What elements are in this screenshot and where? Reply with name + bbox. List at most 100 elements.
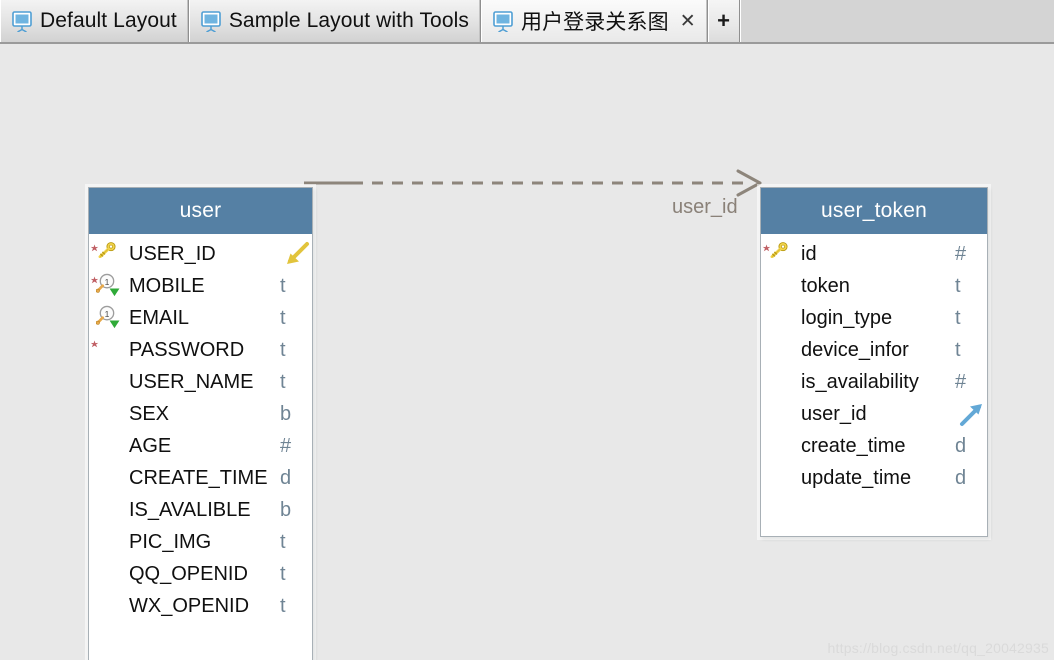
column-row[interactable]: USER_ID [89, 238, 312, 270]
column-row[interactable]: PASSWORD t [89, 334, 312, 366]
column-type: b [280, 403, 292, 425]
monitor-icon [12, 11, 32, 32]
entity-table-user-token[interactable]: user_token id # token t login_type t device_in… [760, 187, 988, 537]
entity-columns-user: USER_ID 1 MOBILE t 1 EMAIL t PASSWORD t USER_NAME… [89, 234, 312, 622]
column-name: SEX [129, 403, 170, 425]
column-icons [89, 462, 129, 494]
column-type: # [955, 243, 967, 265]
column-name: is_availability [801, 371, 919, 393]
column-name: PIC_IMG [129, 531, 212, 553]
column-type: d [955, 435, 967, 457]
column-type: t [955, 275, 961, 297]
column-name: MOBILE [129, 275, 205, 297]
index-down-icon [109, 320, 120, 329]
column-row[interactable]: 1 EMAIL t [89, 302, 312, 334]
column-icons [89, 366, 129, 398]
tab-sample-layout-with-tools[interactable]: Sample Layout with Tools [188, 0, 481, 42]
add-tab-button[interactable]: + [707, 0, 740, 42]
column-name: update_time [801, 467, 912, 489]
entity-header-user: user [89, 188, 312, 234]
column-row[interactable]: login_type t [761, 302, 987, 334]
column-row[interactable]: device_infor t [761, 334, 987, 366]
column-name: USER_NAME [129, 371, 254, 393]
column-type: t [280, 563, 286, 585]
column-name: USER_ID [129, 243, 216, 265]
column-icons [761, 302, 801, 334]
column-row[interactable]: create_time d [761, 430, 987, 462]
index-down-icon [109, 288, 120, 297]
column-name: IS_AVALIBLE [129, 499, 251, 521]
watermark: https://blog.csdn.net/qq_20042935 [827, 640, 1049, 656]
column-type: b [280, 499, 292, 521]
column-type: t [280, 307, 286, 329]
tab-user-login-relationship-diagram[interactable]: 用户登录关系图 ✕ [480, 0, 708, 42]
column-row[interactable]: user_id [761, 398, 987, 430]
column-type: t [955, 307, 961, 329]
column-row[interactable]: is_availability # [761, 366, 987, 398]
column-type: t [280, 595, 286, 617]
column-name: PASSWORD [129, 339, 245, 361]
column-row[interactable]: 1 MOBILE t [89, 270, 312, 302]
svg-text:1: 1 [105, 309, 110, 319]
column-icons: 1 [89, 302, 129, 334]
column-icons [89, 558, 129, 590]
column-icons [89, 494, 129, 526]
column-name: device_infor [801, 339, 909, 361]
column-icons [89, 526, 129, 558]
tab-bar: Default Layout Sample Layout with Tools … [0, 0, 1054, 44]
column-name: token [801, 275, 850, 297]
column-type: t [955, 339, 961, 361]
column-icons [89, 430, 129, 462]
column-row[interactable]: PIC_IMG t [89, 526, 312, 558]
column-row[interactable]: AGE # [89, 430, 312, 462]
fk-outgoing-arrow-icon [960, 404, 982, 426]
column-icons [761, 238, 801, 270]
tab-label: 用户登录关系图 [520, 11, 669, 34]
column-icons [89, 590, 129, 622]
column-row[interactable]: QQ_OPENID t [89, 558, 312, 590]
column-row[interactable]: CREATE_TIME d [89, 462, 312, 494]
column-type: # [280, 435, 292, 457]
column-type: t [280, 339, 286, 361]
column-name: login_type [801, 307, 893, 329]
column-icons [89, 334, 129, 366]
close-icon[interactable]: ✕ [680, 11, 696, 31]
svg-text:1: 1 [105, 277, 110, 287]
column-icons: 1 [89, 270, 129, 302]
column-name: id [801, 243, 817, 265]
column-name: AGE [129, 435, 172, 457]
column-row[interactable]: SEX b [89, 398, 312, 430]
column-type: d [280, 467, 292, 489]
column-row[interactable]: update_time d [761, 462, 987, 494]
column-type: t [280, 275, 286, 297]
column-icons [761, 430, 801, 462]
column-row[interactable]: USER_NAME t [89, 366, 312, 398]
column-icons [761, 270, 801, 302]
relationship-label: user_id [672, 196, 738, 218]
primary-key-icon [770, 242, 788, 258]
diagram-canvas[interactable]: user_id user USER_ID 1 MOBILE t 1 EMAIL t PASSW… [0, 44, 1054, 660]
primary-key-icon [98, 242, 116, 258]
entity-columns-user-token: id # token t login_type t device_infor t is_avai… [761, 234, 987, 494]
column-icons [761, 334, 801, 366]
tab-bar-empty-area [739, 0, 1054, 42]
column-name: create_time [801, 435, 906, 457]
column-type: d [955, 467, 967, 489]
entity-table-user[interactable]: user USER_ID 1 MOBILE t 1 EMAIL t PASSWORD t USER… [88, 187, 313, 660]
column-type: t [280, 531, 286, 553]
column-icons [89, 398, 129, 430]
column-row[interactable]: id # [761, 238, 987, 270]
column-row[interactable]: WX_OPENID t [89, 590, 312, 622]
monitor-icon [493, 11, 513, 32]
tab-default-layout[interactable]: Default Layout [0, 0, 189, 42]
column-name: WX_OPENID [129, 595, 250, 617]
column-name: EMAIL [129, 307, 190, 329]
column-name: user_id [801, 403, 867, 425]
column-icons [89, 238, 129, 270]
column-row[interactable]: IS_AVALIBLE b [89, 494, 312, 526]
column-icons [761, 366, 801, 398]
required-star-icon [90, 340, 99, 348]
column-row[interactable]: token t [761, 270, 987, 302]
column-name: CREATE_TIME [129, 467, 268, 489]
column-type: # [955, 371, 967, 393]
